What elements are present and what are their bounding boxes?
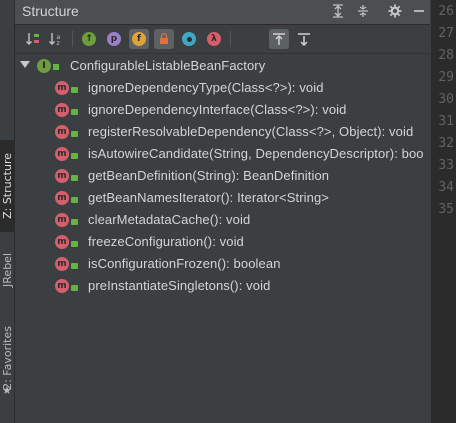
- line-number: 35: [438, 202, 454, 217]
- method-row[interactable]: m registerResolvableDependency(Class<?>, …: [15, 121, 430, 143]
- method-row[interactable]: m isAutowireCandidate(String, DependencyD…: [15, 143, 430, 165]
- favorites-tab-label: 2: Favorites: [0, 326, 14, 390]
- line-number: 32: [438, 136, 454, 151]
- method-icon: m: [55, 103, 69, 117]
- public-marker-icon: [53, 64, 59, 70]
- left-tool-strip: Z: Structure JRebel 2: Favorites ★: [0, 0, 15, 423]
- method-icon: m: [55, 279, 69, 293]
- show-fields-button[interactable]: f: [129, 29, 149, 49]
- method-label: isConfigurationFrozen(): boolean: [88, 256, 281, 271]
- public-marker-icon: [71, 197, 78, 203]
- method-label: ignoreDependencyType(Class<?>): void: [88, 80, 324, 95]
- sort-alphabetically-icon: az: [49, 33, 61, 47]
- toolbar-separator: [230, 31, 231, 47]
- public-marker-icon: [71, 263, 78, 269]
- lock-icon: [160, 33, 168, 44]
- sort-by-visibility-icon: [26, 33, 39, 45]
- method-icon: m: [55, 169, 69, 183]
- method-row[interactable]: m isConfigurationFrozen(): boolean: [15, 253, 430, 275]
- line-number: 28: [438, 48, 454, 63]
- jrebel-tab-label: JRebel: [0, 253, 14, 287]
- method-row[interactable]: m ignoreDependencyType(Class<?>): void: [15, 77, 430, 99]
- hide-icon[interactable]: [411, 4, 427, 20]
- show-inherited-button[interactable]: ↑: [79, 29, 99, 49]
- show-properties-icon: p: [107, 32, 121, 46]
- show-lambdas-button[interactable]: λ: [204, 29, 224, 49]
- show-anonymous-button[interactable]: [179, 29, 199, 49]
- structure-tab-label: Z: Structure: [0, 153, 14, 219]
- lambda-icon: λ: [207, 32, 221, 46]
- tree-root-row[interactable]: I ConfigurableListableBeanFactory: [15, 55, 430, 77]
- line-number: 30: [438, 92, 454, 107]
- line-number: 27: [438, 26, 454, 41]
- public-marker-icon: [71, 219, 78, 225]
- show-inherited-icon: ↑: [82, 32, 96, 46]
- public-marker-icon: [71, 131, 78, 137]
- method-row[interactable]: m ignoreDependencyInterface(Class<?>): vo…: [15, 99, 430, 121]
- autoscroll-to-source-icon: [273, 33, 285, 45]
- collapse-all-icon[interactable]: [355, 4, 371, 20]
- show-non-public-button[interactable]: [154, 29, 174, 49]
- method-label: isAutowireCandidate(String, DependencyDe…: [88, 146, 424, 161]
- expand-caret-icon[interactable]: [20, 61, 30, 68]
- show-anonymous-icon: [182, 32, 196, 46]
- sort-by-visibility-button[interactable]: [23, 29, 43, 49]
- method-row[interactable]: m getBeanNamesIterator(): Iterator<String…: [15, 187, 430, 209]
- gear-icon[interactable]: [387, 4, 403, 20]
- method-icon: m: [55, 191, 69, 205]
- method-icon: m: [55, 125, 69, 139]
- public-marker-icon: [71, 153, 78, 159]
- line-number: 31: [438, 114, 454, 129]
- method-row[interactable]: m clearMetadataCache(): void: [15, 209, 430, 231]
- method-label: clearMetadataCache(): void: [88, 212, 251, 227]
- autoscroll-from-source-button[interactable]: [294, 29, 314, 49]
- autoscroll-to-source-button[interactable]: [269, 29, 289, 49]
- structure-panel: Structure az ↑ p f λ I ConfigurableLista…: [15, 0, 430, 423]
- method-icon: m: [55, 235, 69, 249]
- panel-header: Structure: [15, 0, 430, 25]
- toolbar-separator: [72, 31, 73, 47]
- sort-alphabetically-button[interactable]: az: [46, 29, 66, 49]
- public-marker-icon: [71, 175, 78, 181]
- method-label: preInstantiateSingletons(): void: [88, 278, 271, 293]
- method-label: ignoreDependencyInterface(Class<?>): voi…: [88, 102, 347, 117]
- public-marker-icon: [71, 285, 78, 291]
- line-number: 34: [438, 180, 454, 195]
- interface-icon: I: [37, 59, 51, 73]
- star-icon: ★: [2, 384, 12, 397]
- method-icon: m: [55, 257, 69, 271]
- show-fields-icon: f: [132, 32, 146, 46]
- line-number: 26: [438, 4, 454, 19]
- line-number: 33: [438, 158, 454, 173]
- method-label: getBeanDefinition(String): BeanDefinitio…: [88, 168, 330, 183]
- method-label: registerResolvableDependency(Class<?>, O…: [88, 124, 414, 139]
- editor-gutter: 26 27 28 29 30 31 32 33 34 35: [431, 0, 456, 423]
- structure-toolbar: az ↑ p f λ: [15, 25, 430, 54]
- autoscroll-from-source-icon: [298, 33, 310, 46]
- public-marker-icon: [71, 87, 78, 93]
- method-row[interactable]: m freezeConfiguration(): void: [15, 231, 430, 253]
- method-row[interactable]: m preInstantiateSingletons(): void: [15, 275, 430, 297]
- public-marker-icon: [71, 241, 78, 247]
- tree-root-label: ConfigurableListableBeanFactory: [70, 58, 266, 73]
- public-marker-icon: [71, 109, 78, 115]
- method-icon: m: [55, 213, 69, 227]
- panel-title: Structure: [22, 3, 79, 19]
- method-icon: m: [55, 147, 69, 161]
- jrebel-tab[interactable]: JRebel: [0, 246, 14, 294]
- line-number: 29: [438, 70, 454, 85]
- svg-text:z: z: [57, 40, 60, 47]
- expand-all-icon[interactable]: [330, 4, 346, 20]
- show-properties-button[interactable]: p: [104, 29, 124, 49]
- method-row[interactable]: m getBeanDefinition(String): BeanDefiniti…: [15, 165, 430, 187]
- method-label: getBeanNamesIterator(): Iterator<String>: [88, 190, 330, 205]
- method-label: freezeConfiguration(): void: [88, 234, 244, 249]
- method-icon: m: [55, 81, 69, 95]
- structure-tab[interactable]: Z: Structure: [0, 140, 14, 232]
